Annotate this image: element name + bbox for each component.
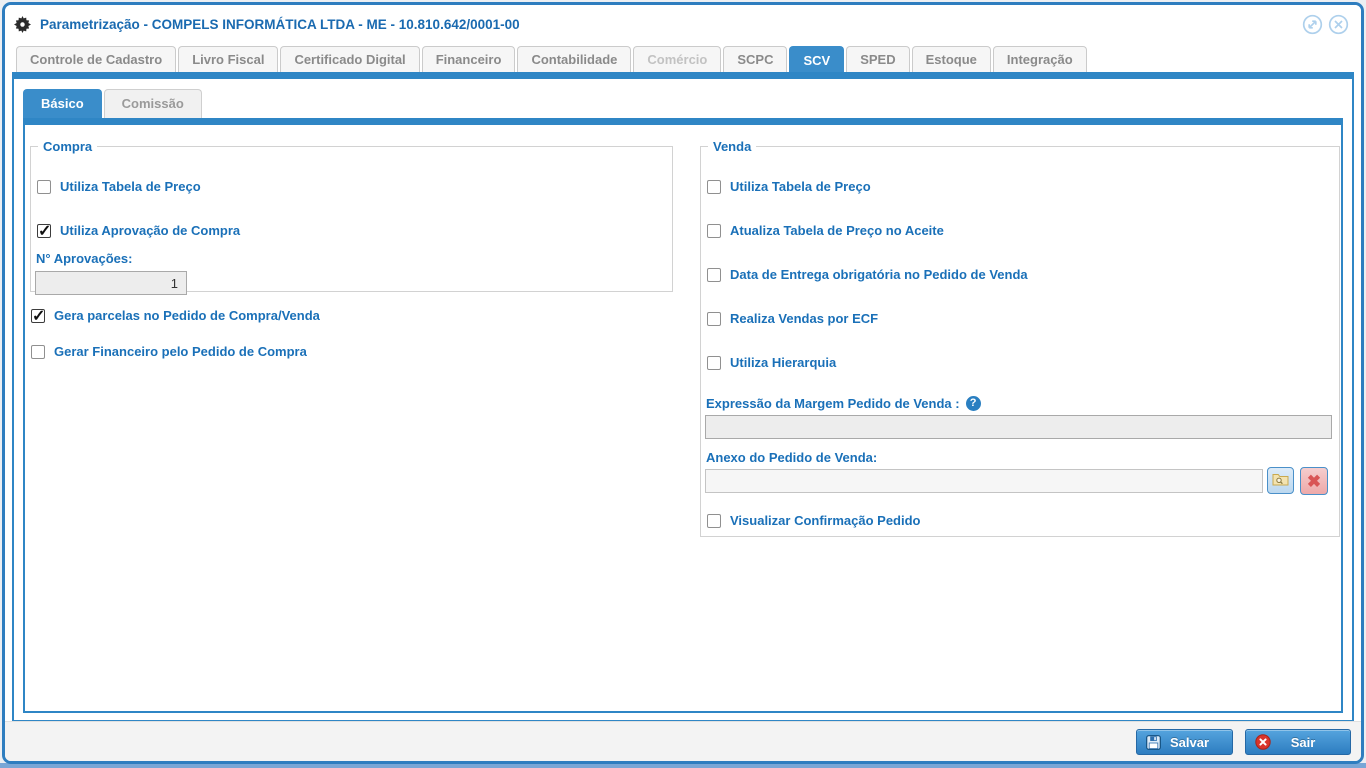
tab-contabilidade[interactable]: Contabilidade — [517, 46, 632, 72]
maximize-icon[interactable] — [1302, 14, 1323, 35]
checkbox-row-realiza-vendas-ecf[interactable]: Realiza Vendas por ECF — [707, 311, 878, 326]
tab-financeiro[interactable]: Financeiro — [421, 46, 516, 72]
tab-livro-fiscal[interactable]: Livro Fiscal — [178, 46, 279, 72]
subtab-basico[interactable]: Básico — [23, 89, 102, 120]
tab-integracao[interactable]: Integração — [992, 46, 1087, 72]
window-controls — [1302, 14, 1349, 35]
checkbox[interactable] — [37, 179, 51, 194]
checkbox-label: Visualizar Confirmação Pedido — [730, 513, 921, 528]
checkbox-row-utiliza-tabela-preco-venda[interactable]: Utiliza Tabela de Preço — [707, 179, 871, 194]
basico-panel: Compra Utiliza Tabela de Preço Utiliza A… — [23, 118, 1343, 713]
save-floppy-icon — [1146, 734, 1161, 750]
folder-search-icon — [1272, 471, 1289, 491]
gear-icon — [14, 15, 31, 33]
window-titlebar: Parametrização - COMPELS INFORMÁTICA LTD… — [5, 5, 1361, 43]
checkbox[interactable] — [707, 513, 721, 528]
checkbox[interactable] — [707, 223, 721, 238]
checkbox-row-data-entrega-obrigatoria[interactable]: Data de Entrega obrigatória no Pedido de… — [707, 267, 1028, 282]
tab-scpc[interactable]: SCPC — [723, 46, 788, 72]
checkbox-row-gera-parcelas[interactable]: Gera parcelas no Pedido de Compra/Venda — [31, 306, 320, 326]
tab-estoque[interactable]: Estoque — [911, 46, 991, 72]
expressao-margem-input — [705, 415, 1332, 439]
expressao-margem-label-text: Expressão da Margem Pedido de Venda : — [706, 396, 960, 411]
checkbox-label: Realiza Vendas por ECF — [730, 311, 879, 326]
num-aprovacoes-input[interactable] — [35, 271, 187, 295]
tab-certificado-digital[interactable]: Certificado Digital — [280, 46, 420, 72]
checkbox-label: Gera parcelas no Pedido de Compra/Venda — [54, 308, 320, 323]
sub-tabs: Básico Comissão — [23, 88, 204, 120]
checkbox-label: Gerar Financeiro pelo Pedido de Compra — [54, 344, 307, 359]
salvar-button[interactable]: Salvar — [1136, 729, 1233, 755]
checkbox-label: Data de Entrega obrigatória no Pedido de… — [730, 267, 1028, 282]
checkbox[interactable] — [707, 267, 721, 282]
checkbox-label: Atualiza Tabela de Preço no Aceite — [730, 223, 944, 238]
red-x-icon: ✖ — [1306, 471, 1322, 491]
browse-file-button[interactable] — [1267, 467, 1294, 494]
checkbox-row-utiliza-tabela-preco-compra[interactable]: Utiliza Tabela de Preço — [37, 179, 201, 194]
tab-scv[interactable]: SCV — [789, 46, 845, 75]
anexo-pedido-label: Anexo do Pedido de Venda: — [706, 450, 878, 465]
checkbox-row-gerar-financeiro[interactable]: Gerar Financeiro pelo Pedido de Compra — [31, 344, 307, 359]
window-title: Parametrização - COMPELS INFORMÁTICA LTD… — [40, 16, 520, 32]
checkbox[interactable] — [707, 355, 721, 370]
expressao-margem-label: Expressão da Margem Pedido de Venda : — [706, 396, 981, 411]
exit-red-circle-icon — [1255, 734, 1271, 750]
parametrizacao-window: Parametrização - COMPELS INFORMÁTICA LTD… — [2, 2, 1364, 764]
venda-legend: Venda — [713, 139, 752, 154]
footer-bar: Salvar Sair — [5, 721, 1361, 761]
checkbox-label: Utiliza Hierarquia — [730, 355, 837, 370]
compra-group: Compra Utiliza Tabela de Preço Utiliza A… — [30, 139, 673, 295]
help-icon[interactable] — [965, 396, 981, 411]
venda-group: Venda Utiliza Tabela de Preço Atualiza T… — [700, 139, 1340, 537]
subtab-comissao[interactable]: Comissão — [103, 89, 202, 118]
checkbox[interactable] — [707, 179, 721, 194]
main-tabs: Controle de Cadastro Livro Fiscal Certif… — [16, 46, 1089, 75]
checkbox-label: Utiliza Tabela de Preço — [60, 179, 201, 194]
checkbox-label: Utiliza Tabela de Preço — [730, 179, 871, 194]
compra-legend: Compra — [43, 139, 93, 154]
scv-tab-panel: Básico Comissão Compra Utiliza Tabela de… — [12, 72, 1354, 722]
tab-controle-de-cadastro[interactable]: Controle de Cadastro — [16, 46, 177, 72]
checkbox-row-utiliza-hierarquia[interactable]: Utiliza Hierarquia — [707, 355, 836, 370]
checkbox-label: Utiliza Aprovação de Compra — [60, 223, 241, 238]
close-icon[interactable] — [1328, 14, 1349, 35]
checkbox-row-visualizar-confirmacao[interactable]: Visualizar Confirmação Pedido — [707, 513, 920, 528]
tab-sped[interactable]: SPED — [846, 46, 910, 72]
clear-attachment-button[interactable]: ✖ — [1300, 467, 1328, 495]
checkbox[interactable] — [37, 221, 51, 241]
checkbox-row-utiliza-aprovacao-compra[interactable]: Utiliza Aprovação de Compra — [37, 221, 241, 241]
sair-button[interactable]: Sair — [1245, 729, 1351, 755]
tab-comercio: Comércio — [633, 46, 722, 72]
checkbox[interactable] — [707, 311, 721, 326]
checkbox-row-atualiza-tabela-preco[interactable]: Atualiza Tabela de Preço no Aceite — [707, 223, 944, 238]
anexo-pedido-input[interactable] — [705, 469, 1263, 493]
num-aprovacoes-label: N° Aprovações: — [36, 251, 133, 266]
checkbox[interactable] — [31, 344, 45, 359]
checkbox[interactable] — [31, 306, 45, 326]
